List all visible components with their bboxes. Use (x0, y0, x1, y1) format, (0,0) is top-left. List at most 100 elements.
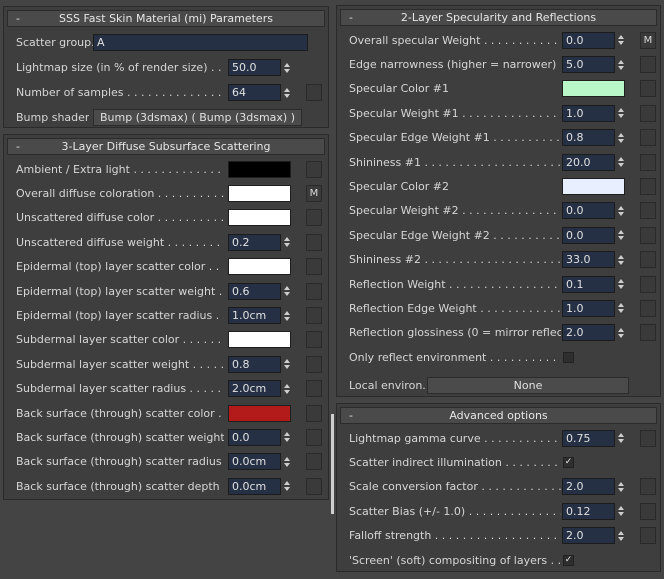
collapse-icon[interactable]: - (346, 408, 356, 423)
specular-edge-weight-1-spinner[interactable]: 0.8 (562, 129, 626, 147)
reflection-edge-weight-spinner[interactable]: 1.0 (562, 299, 626, 317)
back-surface-through-scatter-color-map-button[interactable] (306, 404, 322, 422)
specular-weight-2-field[interactable]: 0.0 (562, 202, 615, 220)
samples-map-button[interactable] (306, 84, 322, 101)
epidermal-top-layer-scatter-radius-map-button[interactable] (306, 307, 322, 325)
reflection-glossiness-0-mirror-reflection-map-button[interactable] (640, 324, 656, 342)
ambient-extra-light-map-button[interactable] (306, 160, 322, 178)
spinner-arrows-icon[interactable] (616, 251, 626, 268)
back-surface-through-scatter-weight-spinner[interactable]: 0.0 (228, 428, 292, 446)
shininess-2-map-button[interactable] (640, 251, 656, 269)
back-surface-through-scatter-depth-map-button[interactable] (306, 477, 322, 495)
specular-header[interactable]: - 2-Layer Specularity and Reflections (340, 9, 657, 26)
shininess-2-spinner[interactable]: 33.0 (562, 251, 626, 269)
subdermal-layer-scatter-color-map-button[interactable] (306, 331, 322, 349)
back-surface-through-scatter-radius-spinner[interactable]: 0.0cm (228, 453, 292, 471)
scale-conversion-factor-spinner[interactable]: 2.0 (562, 478, 626, 496)
back-surface-through-scatter-color-color-swatch[interactable] (228, 404, 291, 422)
unscattered-diffuse-weight-map-button[interactable] (306, 233, 322, 251)
falloff-strength-field[interactable]: 2.0 (562, 527, 615, 545)
spinner-arrows-icon[interactable] (282, 478, 292, 495)
spinner-arrows-icon[interactable] (282, 59, 292, 76)
spinner-arrows-icon[interactable] (616, 227, 626, 244)
specular-weight-1-map-button[interactable] (640, 104, 656, 122)
spinner-arrows-icon[interactable] (616, 300, 626, 317)
epidermal-top-layer-scatter-radius-field[interactable]: 1.0cm (228, 307, 281, 325)
back-surface-through-scatter-radius-field[interactable]: 0.0cm (228, 453, 281, 471)
spinner-arrows-icon[interactable] (616, 202, 626, 219)
specular-edge-weight-1-field[interactable]: 0.8 (562, 129, 615, 147)
reflection-edge-weight-map-button[interactable] (640, 299, 656, 317)
spinner-arrows-icon[interactable] (616, 276, 626, 293)
sss-parameters-header[interactable]: - SSS Fast Skin Material (mi) Parameters (7, 10, 325, 27)
spinner-arrows-icon[interactable] (282, 453, 292, 470)
epidermal-top-layer-scatter-color-map-button[interactable] (306, 258, 322, 276)
only-reflect-environment-checkbox[interactable] (563, 351, 574, 363)
bump-shader-button[interactable]: Bump (3dsmax) ( Bump (3dsmax) ) (93, 109, 302, 126)
collapse-icon[interactable]: - (13, 11, 23, 26)
scale-conversion-factor-map-button[interactable] (640, 478, 656, 496)
spinner-arrows-icon[interactable] (282, 283, 292, 300)
lightmap-size-spinner[interactable]: 50.0 (228, 59, 292, 76)
unscattered-diffuse-color-map-button[interactable] (306, 209, 322, 227)
specular-weight-2-spinner[interactable]: 0.0 (562, 202, 626, 220)
spinner-arrows-icon[interactable] (282, 234, 292, 251)
subdermal-layer-scatter-color-color-swatch[interactable] (228, 331, 291, 349)
spinner-arrows-icon[interactable] (282, 356, 292, 373)
reflection-glossiness-0-mirror-reflection-field[interactable]: 2.0 (562, 324, 615, 342)
samples-spinner[interactable]: 64 (228, 84, 292, 101)
reflection-weight-spinner[interactable]: 0.1 (562, 275, 626, 293)
lightmap-gamma-curve-field[interactable]: 0.75 (562, 429, 615, 447)
advanced-options-header[interactable]: - Advanced options (340, 407, 657, 424)
scrollbar-thumb[interactable] (331, 414, 334, 514)
reflection-glossiness-0-mirror-reflection-spinner[interactable]: 2.0 (562, 324, 626, 342)
overall-specular-weight-map-button[interactable]: M (640, 31, 656, 49)
scatter-bias-10-map-button[interactable] (640, 502, 656, 520)
shininess-1-field[interactable]: 20.0 (562, 153, 615, 171)
reflection-weight-map-button[interactable] (640, 275, 656, 293)
spinner-arrows-icon[interactable] (616, 478, 626, 495)
specular-edge-weight-2-spinner[interactable]: 0.0 (562, 226, 626, 244)
scatter-bias-10-field[interactable]: 0.12 (562, 502, 615, 520)
spinner-arrows-icon[interactable] (616, 56, 626, 73)
reflection-weight-field[interactable]: 0.1 (562, 275, 615, 293)
lightmap-size-field[interactable]: 50.0 (228, 59, 281, 76)
spinner-arrows-icon[interactable] (616, 503, 626, 520)
specular-color-2-color-swatch[interactable] (562, 178, 625, 196)
specular-edge-weight-2-field[interactable]: 0.0 (562, 226, 615, 244)
falloff-strength-map-button[interactable] (640, 527, 656, 545)
edge-narrowness-higher-narrower-map-button[interactable] (640, 56, 656, 74)
scatter-indirect-illumination-checkbox[interactable]: ✓ (563, 457, 574, 469)
specular-weight-1-spinner[interactable]: 1.0 (562, 104, 626, 122)
lightmap-gamma-curve-spinner[interactable]: 0.75 (562, 429, 626, 447)
scale-conversion-factor-field[interactable]: 2.0 (562, 478, 615, 496)
local-environment-button[interactable]: None (427, 376, 629, 394)
specular-color-2-map-button[interactable] (640, 178, 656, 196)
shininess-1-spinner[interactable]: 20.0 (562, 153, 626, 171)
overall-diffuse-coloration-color-swatch[interactable] (228, 185, 291, 203)
epidermal-top-layer-scatter-color-color-swatch[interactable] (228, 258, 291, 276)
spinner-arrows-icon[interactable] (616, 324, 626, 341)
back-surface-through-scatter-depth-spinner[interactable]: 0.0cm (228, 477, 292, 495)
falloff-strength-spinner[interactable]: 2.0 (562, 527, 626, 545)
spinner-arrows-icon[interactable] (616, 32, 626, 49)
epidermal-top-layer-scatter-radius-spinner[interactable]: 1.0cm (228, 307, 292, 325)
subdermal-layer-scatter-radius-map-button[interactable] (306, 380, 322, 398)
diffuse-sss-header[interactable]: - 3-Layer Diffuse Subsurface Scattering (7, 138, 325, 155)
specular-weight-1-field[interactable]: 1.0 (562, 104, 615, 122)
specular-color-1-color-swatch[interactable] (562, 80, 625, 98)
overall-diffuse-coloration-map-button[interactable]: M (306, 185, 322, 203)
collapse-icon[interactable]: - (13, 139, 23, 154)
epidermal-top-layer-scatter-weight-spinner[interactable]: 0.6 (228, 282, 292, 300)
lightmap-gamma-curve-map-button[interactable] (640, 429, 656, 447)
subdermal-layer-scatter-weight-map-button[interactable] (306, 355, 322, 373)
subdermal-layer-scatter-weight-spinner[interactable]: 0.8 (228, 355, 292, 373)
scatter-group-input[interactable]: A (93, 34, 308, 51)
unscattered-diffuse-weight-spinner[interactable]: 0.2 (228, 233, 292, 251)
overall-specular-weight-field[interactable]: 0.0 (562, 31, 615, 49)
collapse-icon[interactable]: - (346, 10, 356, 25)
edge-narrowness-higher-narrower-field[interactable]: 5.0 (562, 56, 615, 74)
scatter-bias-10-spinner[interactable]: 0.12 (562, 502, 626, 520)
subdermal-layer-scatter-radius-spinner[interactable]: 2.0cm (228, 380, 292, 398)
edge-narrowness-higher-narrower-spinner[interactable]: 5.0 (562, 56, 626, 74)
